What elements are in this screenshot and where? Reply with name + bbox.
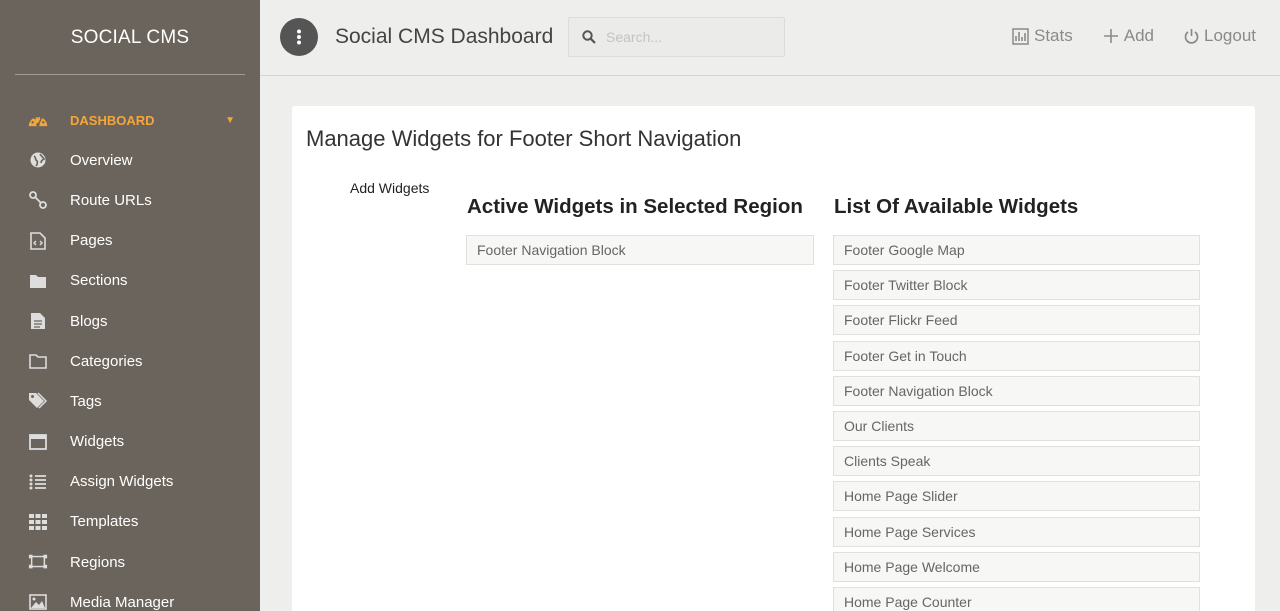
regions-icon xyxy=(28,552,48,572)
available-widget-item[interactable]: Footer Get in Touch xyxy=(833,340,1200,371)
card-title: Manage Widgets for Footer Short Navigati… xyxy=(306,126,742,151)
caret-down-icon: ▼ xyxy=(225,114,235,126)
page-title: Social CMS Dashboard xyxy=(335,25,554,48)
dashboard-icon xyxy=(28,110,48,130)
sidebar-item-label: Route URLs xyxy=(70,191,152,209)
available-widget-item[interactable]: Our Clients xyxy=(833,410,1200,441)
available-widget-item[interactable]: Home Page Counter xyxy=(833,586,1200,611)
menu-toggle-button[interactable] xyxy=(280,18,318,56)
manage-widgets-card: Manage Widgets for Footer Short Navigati… xyxy=(292,106,1255,611)
available-widget-item[interactable]: Home Page Services xyxy=(833,516,1200,547)
search-input[interactable] xyxy=(606,29,756,45)
sidebar-item-label: Widgets xyxy=(70,433,125,451)
sidebar-item-regions[interactable]: Regions xyxy=(0,542,260,582)
available-widget-item[interactable]: Footer Navigation Block xyxy=(833,375,1200,406)
available-widget-item[interactable]: Home Page Slider xyxy=(833,481,1200,512)
sidebar-item-assign-widgets[interactable]: Assign Widgets xyxy=(0,462,260,502)
sidebar-item-sections[interactable]: Sections xyxy=(0,261,260,301)
sidebar-item-dashboard[interactable]: DASHBOARD ▼ xyxy=(0,100,260,140)
add-label: Add xyxy=(1123,26,1154,45)
sidebar-item-label: Blogs xyxy=(70,312,108,330)
sidebar: SOCIAL CMS DASHBOARD ▼ Overview Route UR… xyxy=(0,0,260,611)
stats-button[interactable]: Stats xyxy=(1012,26,1073,46)
sidebar-item-widgets[interactable]: Widgets xyxy=(0,422,260,462)
file-text-icon xyxy=(28,311,48,331)
sidebar-nav: DASHBOARD ▼ Overview Route URLs Pages Se… xyxy=(0,100,260,611)
search-icon xyxy=(582,30,596,44)
sidebar-item-pages[interactable]: Pages xyxy=(0,221,260,261)
available-widget-item[interactable]: Clients Speak xyxy=(833,446,1200,477)
sidebar-item-categories[interactable]: Categories xyxy=(0,341,260,381)
sidebar-item-label: DASHBOARD xyxy=(70,112,155,128)
add-widgets-link[interactable]: Add Widgets xyxy=(350,180,429,196)
sidebar-item-label: Tags xyxy=(70,392,102,410)
sidebar-item-label: Templates xyxy=(70,513,139,531)
brand-logo[interactable]: SOCIAL CMS xyxy=(0,0,260,75)
available-widgets-heading: List Of Available Widgets xyxy=(834,195,1079,218)
sidebar-item-label: Sections xyxy=(70,272,128,290)
available-widget-item[interactable]: Footer Flickr Feed xyxy=(833,305,1200,336)
grid-icon xyxy=(28,512,48,532)
list-icon xyxy=(28,472,48,492)
stats-label: Stats xyxy=(1034,26,1073,45)
logout-button[interactable]: Logout xyxy=(1184,26,1256,46)
header-actions: Stats Add Logout xyxy=(1012,26,1256,46)
sidebar-item-tags[interactable]: Tags xyxy=(0,381,260,421)
sidebar-item-label: Regions xyxy=(70,553,126,571)
search-box xyxy=(568,17,785,57)
sidebar-item-templates[interactable]: Templates xyxy=(0,502,260,542)
add-button[interactable]: Add xyxy=(1103,26,1154,46)
active-widgets-heading: Active Widgets in Selected Region xyxy=(467,195,803,218)
available-widget-item[interactable]: Footer Google Map xyxy=(833,235,1200,265)
image-icon xyxy=(28,592,48,611)
logout-label: Logout xyxy=(1204,26,1256,45)
top-header: Social CMS Dashboard Stats Add Logout xyxy=(260,0,1280,76)
plus-icon xyxy=(1103,29,1118,43)
globe-icon xyxy=(28,150,48,170)
tags-icon xyxy=(28,391,48,411)
active-widget-item[interactable]: Footer Navigation Block xyxy=(466,235,814,265)
folder-icon xyxy=(28,271,48,291)
power-icon xyxy=(1184,29,1199,44)
sidebar-item-media-manager[interactable]: Media Manager xyxy=(0,582,260,611)
sidebar-item-label: Assign Widgets xyxy=(70,473,174,491)
sidebar-item-label: Media Manager xyxy=(70,593,175,611)
stats-icon xyxy=(1012,27,1029,45)
folder-open-icon xyxy=(28,351,48,371)
sidebar-item-label: Pages xyxy=(70,232,113,250)
active-widgets-list: Footer Navigation Block xyxy=(466,235,814,270)
vertical-dots-icon xyxy=(297,29,301,45)
window-icon xyxy=(28,432,48,452)
sidebar-item-label: Overview xyxy=(70,151,133,169)
available-widget-item[interactable]: Home Page Welcome xyxy=(833,551,1200,582)
available-widgets-list: Footer Google Map Footer Twitter Block F… xyxy=(833,235,1200,611)
file-code-icon xyxy=(28,231,48,251)
sidebar-item-label: Categories xyxy=(70,352,143,370)
sidebar-item-overview[interactable]: Overview xyxy=(0,140,260,180)
sidebar-item-route-urls[interactable]: Route URLs xyxy=(0,180,260,220)
available-widget-item[interactable]: Footer Twitter Block xyxy=(833,270,1200,301)
route-icon xyxy=(28,190,48,210)
sidebar-item-blogs[interactable]: Blogs xyxy=(0,301,260,341)
